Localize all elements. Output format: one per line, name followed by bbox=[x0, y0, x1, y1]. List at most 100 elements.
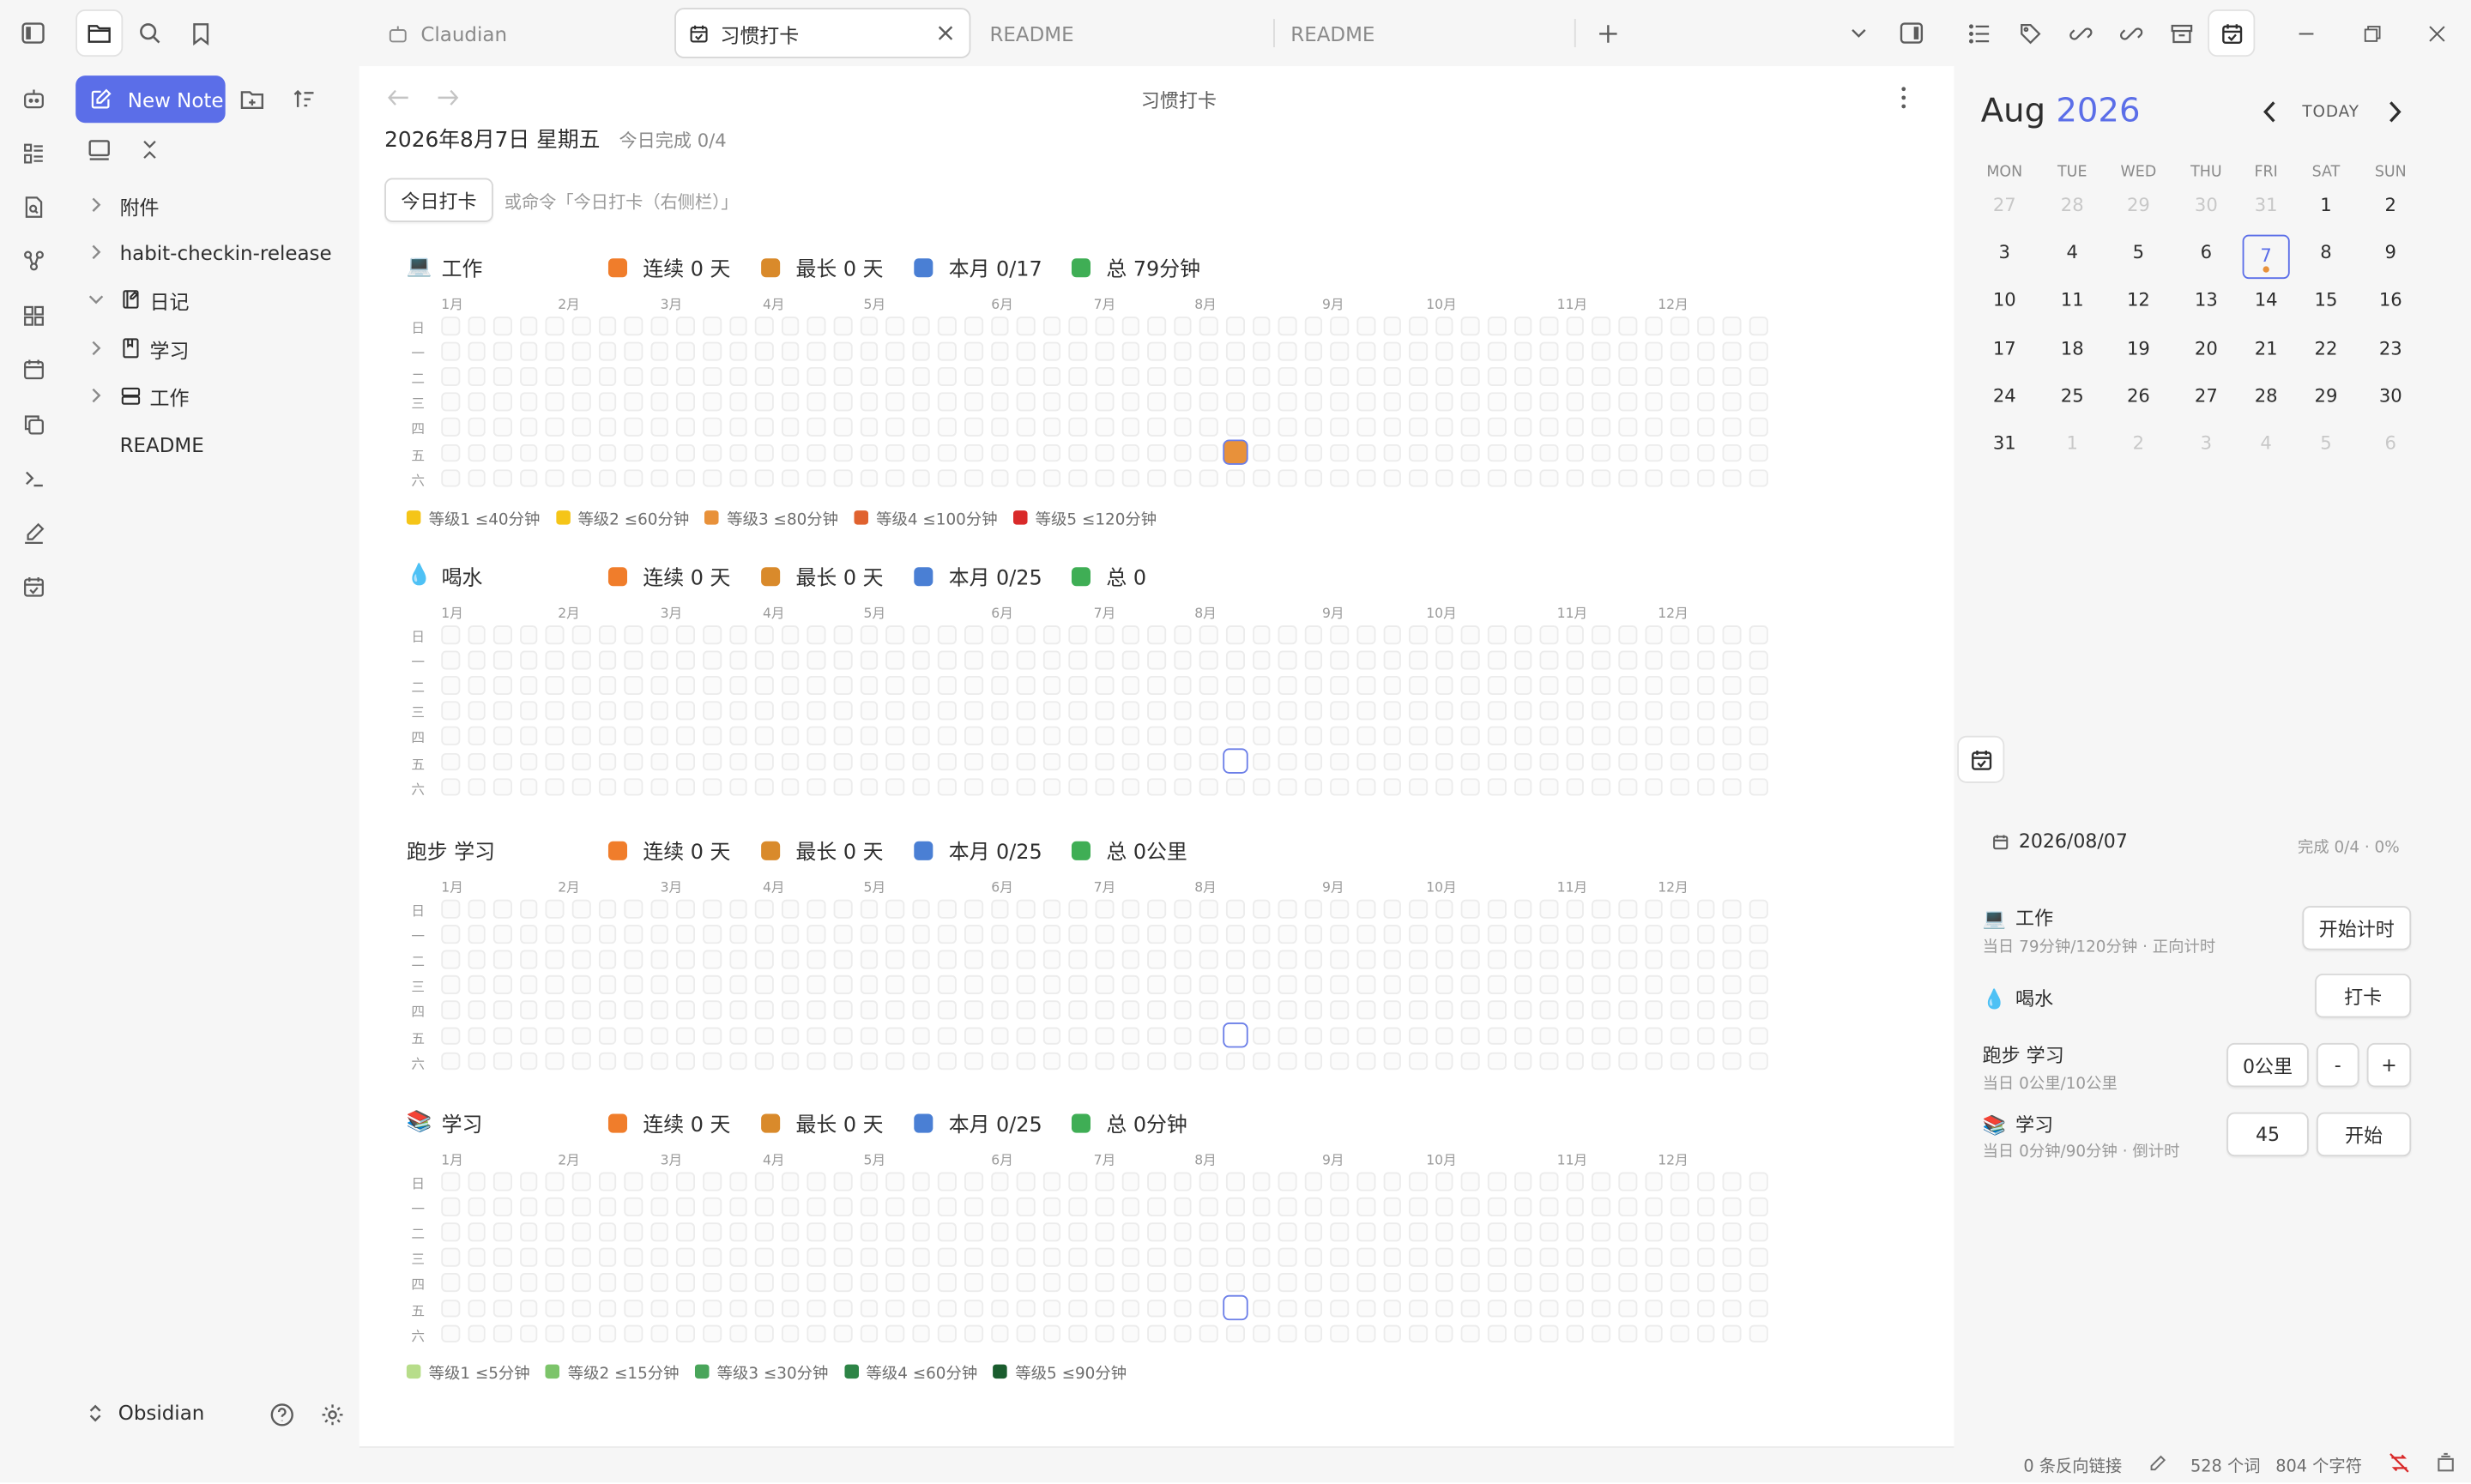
heatmap-cell[interactable] bbox=[467, 727, 486, 745]
heatmap-cell[interactable] bbox=[1121, 468, 1140, 487]
heatmap-cell[interactable] bbox=[1356, 1172, 1375, 1191]
heatmap-cell[interactable] bbox=[860, 1172, 879, 1191]
heatmap-cell[interactable] bbox=[912, 777, 931, 796]
heatmap-cell[interactable] bbox=[1278, 676, 1297, 695]
heatmap-cell[interactable] bbox=[1330, 418, 1350, 437]
heatmap-cell[interactable] bbox=[1304, 341, 1323, 360]
heatmap-cell[interactable] bbox=[1017, 341, 1036, 360]
heatmap-cell[interactable] bbox=[1592, 468, 1610, 487]
heatmap-cell[interactable] bbox=[1147, 418, 1166, 437]
heatmap-cell[interactable] bbox=[1225, 899, 1245, 918]
heatmap-cell[interactable] bbox=[1566, 899, 1585, 918]
heatmap-cell[interactable] bbox=[885, 341, 904, 360]
heatmap-cell[interactable] bbox=[546, 1197, 565, 1216]
heatmap-cell[interactable] bbox=[1644, 1324, 1663, 1343]
heatmap-cell[interactable] bbox=[1042, 367, 1061, 386]
heatmap-cell[interactable] bbox=[833, 1001, 852, 1020]
heatmap-cell[interactable] bbox=[912, 468, 931, 487]
heatmap-cell[interactable] bbox=[1409, 950, 1428, 968]
heatmap-cell[interactable] bbox=[624, 1299, 643, 1318]
heatmap-cell[interactable] bbox=[1042, 899, 1061, 918]
heatmap-cell[interactable] bbox=[1723, 650, 1742, 669]
calendar-day[interactable]: 21 bbox=[2243, 330, 2290, 365]
heatmap-cell[interactable] bbox=[807, 392, 826, 412]
heatmap-cell[interactable] bbox=[1461, 975, 1480, 994]
heatmap-cell[interactable] bbox=[807, 1273, 826, 1292]
heatmap-cell[interactable] bbox=[728, 701, 747, 720]
bookmark-icon[interactable] bbox=[177, 9, 224, 57]
heatmap-cell[interactable] bbox=[938, 1222, 957, 1241]
heatmap-cell[interactable] bbox=[1592, 1172, 1610, 1191]
heatmap-cell[interactable] bbox=[860, 1299, 879, 1318]
heatmap-cell[interactable] bbox=[1723, 1248, 1742, 1267]
heatmap-cell[interactable] bbox=[860, 676, 879, 695]
heatmap-cell[interactable] bbox=[650, 418, 669, 437]
heatmap-cell[interactable] bbox=[1592, 899, 1610, 918]
heatmap-cell[interactable] bbox=[755, 443, 774, 462]
heatmap-cell[interactable] bbox=[1566, 418, 1585, 437]
heatmap-cell[interactable] bbox=[1487, 443, 1506, 462]
heatmap-cell[interactable] bbox=[1304, 777, 1323, 796]
heatmap-cell[interactable] bbox=[1723, 1001, 1742, 1020]
heatmap-cell[interactable] bbox=[1199, 443, 1218, 462]
checkin-today-button[interactable]: 今日打卡 bbox=[384, 178, 493, 222]
heatmap-cell[interactable] bbox=[1095, 925, 1114, 944]
calendar-day[interactable]: 4 bbox=[2243, 425, 2290, 460]
heatmap-cell[interactable] bbox=[1435, 1001, 1453, 1020]
heatmap-cell[interactable] bbox=[885, 1197, 904, 1216]
heatmap-cell[interactable] bbox=[1304, 418, 1323, 437]
heatmap-cell[interactable] bbox=[598, 367, 617, 386]
heatmap-cell[interactable] bbox=[912, 752, 931, 771]
heatmap-cell[interactable] bbox=[1173, 443, 1193, 462]
heatmap-cell[interactable] bbox=[519, 727, 538, 745]
heatmap-cell[interactable] bbox=[964, 752, 983, 771]
heatmap-cell[interactable] bbox=[1723, 1299, 1742, 1318]
heatmap-cell[interactable] bbox=[1382, 1197, 1401, 1216]
heatmap-cell[interactable] bbox=[1017, 1324, 1036, 1343]
heatmap-cell[interactable] bbox=[1409, 341, 1428, 360]
calendar-day[interactable]: 4 bbox=[2049, 235, 2096, 269]
heatmap-cell[interactable] bbox=[885, 1001, 904, 1020]
heatmap-cell[interactable] bbox=[1566, 341, 1585, 360]
heatmap-cell[interactable] bbox=[624, 925, 643, 944]
heatmap-cell[interactable] bbox=[1487, 676, 1506, 695]
heatmap-cell[interactable] bbox=[1069, 392, 1088, 412]
heatmap-cell[interactable] bbox=[1487, 899, 1506, 918]
heatmap-cell[interactable] bbox=[1461, 1222, 1480, 1241]
heatmap-cell[interactable] bbox=[807, 1324, 826, 1343]
heatmap-cell[interactable] bbox=[1749, 443, 1767, 462]
heatmap-cell[interactable] bbox=[1147, 625, 1166, 644]
heatmap-cell[interactable] bbox=[650, 650, 669, 669]
heatmap-cell[interactable] bbox=[441, 317, 460, 335]
heatmap-cell[interactable] bbox=[441, 1026, 460, 1045]
heatmap-cell[interactable] bbox=[1017, 1197, 1036, 1216]
heatmap-cell[interactable] bbox=[598, 1197, 617, 1216]
heatmap-cell[interactable] bbox=[467, 1299, 486, 1318]
heatmap-cell[interactable] bbox=[1225, 727, 1245, 745]
kanban-icon[interactable] bbox=[17, 137, 49, 169]
heatmap-cell[interactable] bbox=[1304, 1299, 1323, 1318]
heatmap-cell[interactable] bbox=[1356, 1001, 1375, 1020]
heatmap-cell[interactable] bbox=[1173, 676, 1193, 695]
heatmap-cell[interactable] bbox=[676, 975, 695, 994]
heatmap-cell[interactable] bbox=[1069, 1197, 1088, 1216]
heatmap-cell[interactable] bbox=[1095, 1026, 1114, 1045]
heatmap-cell[interactable] bbox=[1435, 975, 1453, 994]
heatmap-cell[interactable] bbox=[964, 1222, 983, 1241]
heatmap-cell[interactable] bbox=[938, 1324, 957, 1343]
heatmap-cell[interactable] bbox=[807, 899, 826, 918]
heatmap-cell[interactable] bbox=[885, 752, 904, 771]
heatmap-cell[interactable] bbox=[467, 341, 486, 360]
heatmap-cell[interactable] bbox=[1042, 341, 1061, 360]
heatmap-cell[interactable] bbox=[1539, 418, 1558, 437]
heatmap-cell[interactable] bbox=[624, 1172, 643, 1191]
heatmap-cell[interactable] bbox=[1278, 1052, 1297, 1071]
heatmap-cell[interactable] bbox=[1069, 443, 1088, 462]
heatmap-cell[interactable] bbox=[860, 727, 879, 745]
heatmap-cell[interactable] bbox=[938, 1299, 957, 1318]
heatmap-cell[interactable] bbox=[1723, 925, 1742, 944]
heatmap-cell[interactable] bbox=[571, 418, 590, 437]
heatmap-cell[interactable] bbox=[1487, 418, 1506, 437]
heatmap-cell[interactable] bbox=[703, 418, 722, 437]
heatmap-cell[interactable] bbox=[728, 1222, 747, 1241]
